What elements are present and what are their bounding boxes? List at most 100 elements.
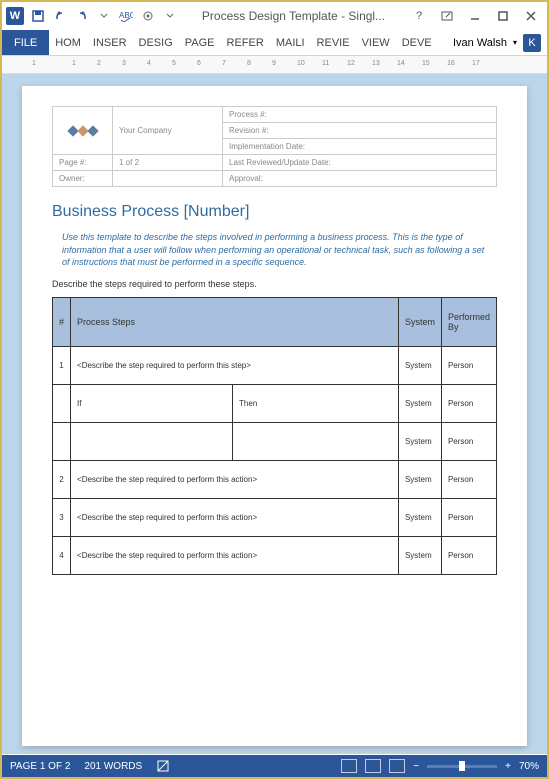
table-header-row: # Process Steps System Performed By (53, 297, 497, 346)
cell-step: <Describe the step required to perform t… (71, 460, 399, 498)
zoom-level[interactable]: 70% (519, 761, 539, 772)
owner-label: Owner: (53, 171, 113, 187)
cell-system: System (398, 460, 441, 498)
help-icon[interactable]: ? (407, 6, 431, 26)
file-tab[interactable]: FILE (2, 30, 49, 55)
cell-system: System (398, 536, 441, 574)
ruler-mark: 10 (297, 60, 305, 67)
cell-if: If (71, 384, 233, 422)
print-layout-icon[interactable] (365, 759, 381, 773)
ruler-mark: 8 (247, 60, 251, 67)
cell-performed: Person (441, 384, 496, 422)
cell-performed: Person (441, 422, 496, 460)
zoom-out-icon[interactable]: − (413, 761, 419, 772)
document-title: Business Process [Number] (52, 203, 497, 221)
horizontal-ruler[interactable]: 1 1 2 3 4 5 6 7 8 9 10 11 12 13 14 15 16… (2, 56, 547, 74)
document-header-table: Your Company Process #: Revision #: Impl… (52, 106, 497, 187)
status-bar: PAGE 1 OF 2 201 WORDS − + 70% (2, 755, 547, 777)
ruler-mark: 6 (197, 60, 201, 67)
ruler-mark: 12 (347, 60, 355, 67)
tab-mailings[interactable]: MAILI (270, 30, 311, 55)
close-icon[interactable] (519, 6, 543, 26)
tab-references[interactable]: REFER (221, 30, 270, 55)
tab-review[interactable]: REVIE (311, 30, 356, 55)
maximize-icon[interactable] (491, 6, 515, 26)
document-describe: Describe the steps required to perform t… (52, 279, 497, 289)
ribbon-display-icon[interactable] (435, 6, 459, 26)
cell-system: System (398, 422, 441, 460)
qat-dropdown-icon[interactable] (160, 6, 180, 26)
tab-view[interactable]: VIEW (356, 30, 396, 55)
tab-page-layout[interactable]: PAGE (179, 30, 221, 55)
cell-num: 3 (53, 498, 71, 536)
cell-system: System (398, 346, 441, 384)
zoom-in-icon[interactable]: + (505, 761, 511, 772)
table-row: 3 <Describe the step required to perform… (53, 498, 497, 536)
ruler-mark: 1 (72, 60, 76, 67)
ruler-mark: 14 (397, 60, 405, 67)
cell-performed: Person (441, 498, 496, 536)
qat-more-icon[interactable] (94, 6, 114, 26)
ruler-mark: 4 (147, 60, 151, 67)
table-row: If Then System Person (53, 384, 497, 422)
cell-performed: Person (441, 536, 496, 574)
user-area[interactable]: Ivan Walsh ▾ K (453, 30, 547, 55)
touch-mode-icon[interactable] (138, 6, 158, 26)
table-row: System Person (53, 422, 497, 460)
company-logo (59, 127, 106, 135)
company-cell: Your Company (113, 107, 223, 155)
undo-icon[interactable] (50, 6, 70, 26)
document-intro: Use this template to describe the steps … (62, 231, 487, 269)
ruler-mark: 15 (422, 60, 430, 67)
save-icon[interactable] (28, 6, 48, 26)
cell-step: <Describe the step required to perform t… (71, 498, 399, 536)
tab-home[interactable]: HOM (49, 30, 87, 55)
app-icon: W (6, 7, 24, 25)
tab-design[interactable]: DESIG (133, 30, 179, 55)
ruler-mark: 13 (372, 60, 380, 67)
status-proofing-icon[interactable] (156, 759, 170, 773)
page-label: Page #: (53, 155, 113, 171)
web-layout-icon[interactable] (389, 759, 405, 773)
table-row: 1 <Describe the step required to perform… (53, 346, 497, 384)
read-mode-icon[interactable] (341, 759, 357, 773)
cell-num (53, 422, 71, 460)
svg-text:ABC: ABC (119, 11, 133, 20)
document-area[interactable]: Your Company Process #: Revision #: Impl… (2, 74, 547, 754)
cell-step: <Describe the step required to perform t… (71, 536, 399, 574)
ruler-mark: 3 (122, 60, 126, 67)
zoom-slider[interactable] (427, 765, 497, 768)
approval-label: Approval: (223, 171, 497, 187)
status-page[interactable]: PAGE 1 OF 2 (10, 761, 70, 772)
process-steps-table: # Process Steps System Performed By 1 <D… (52, 297, 497, 575)
ruler-mark: 16 (447, 60, 455, 67)
cell-num: 2 (53, 460, 71, 498)
ruler-mark: 1 (32, 60, 36, 67)
cell-step: <Describe the step required to perform t… (71, 346, 399, 384)
tab-developer[interactable]: DEVE (396, 30, 438, 55)
user-name: Ivan Walsh (453, 37, 507, 49)
ruler-mark: 11 (322, 60, 329, 67)
cell-system: System (398, 498, 441, 536)
spellcheck-icon[interactable]: ABC (116, 6, 136, 26)
last-reviewed-label: Last Reviewed/Update Date: (223, 155, 497, 171)
redo-icon[interactable] (72, 6, 92, 26)
col-system: System (398, 297, 441, 346)
page-value: 1 of 2 (113, 155, 223, 171)
window-title: Process Design Template - Singl... (180, 9, 407, 23)
zoom-thumb[interactable] (459, 761, 465, 771)
minimize-icon[interactable] (463, 6, 487, 26)
cell-num (53, 384, 71, 422)
ruler-mark: 17 (472, 60, 480, 67)
process-num-label: Process #: (223, 107, 497, 123)
cell-performed: Person (441, 346, 496, 384)
ruler-mark: 7 (222, 60, 226, 67)
ruler-mark: 2 (97, 60, 101, 67)
col-performed: Performed By (441, 297, 496, 346)
cell-then: Then (233, 384, 399, 422)
tab-insert[interactable]: INSER (87, 30, 133, 55)
cell-performed: Person (441, 460, 496, 498)
titlebar: W ABC Process Design Template - Singl...… (2, 2, 547, 30)
status-words[interactable]: 201 WORDS (84, 761, 142, 772)
document-page[interactable]: Your Company Process #: Revision #: Impl… (22, 86, 527, 746)
